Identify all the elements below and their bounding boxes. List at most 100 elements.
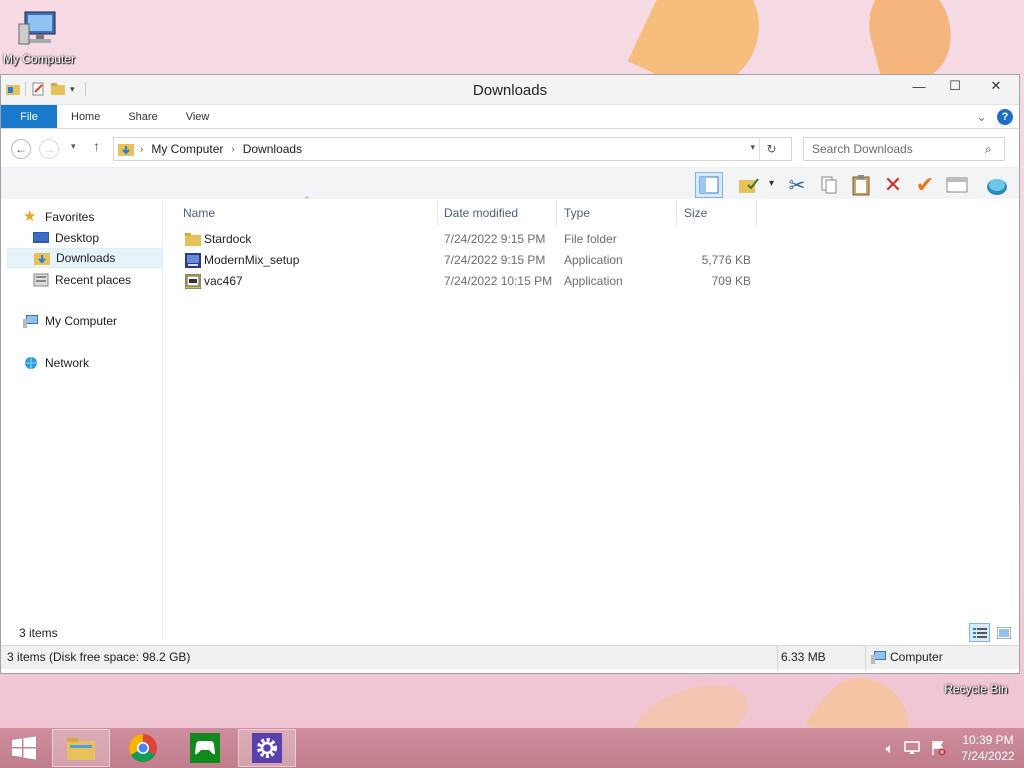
start-button[interactable] [0,729,48,767]
address-bar[interactable]: › My Computer › Downloads ▾ ↻ [113,137,792,161]
column-divider [676,200,677,226]
star-icon: ★ [23,208,37,225]
close-button[interactable]: ✕ [973,75,1019,97]
chrome-icon [129,734,157,762]
address-dropdown-icon[interactable]: ▾ [750,142,755,153]
gear-icon [252,733,282,763]
search-icon[interactable]: ⌕ [985,142,992,157]
file-type: Application [564,274,623,288]
file-name: ModernMix_setup [204,253,300,267]
file-date: 7/24/2022 9:15 PM [444,232,546,246]
taskbar: 🔈︎ 10:39 PM 7/24/2022 [0,728,1024,768]
nav-network[interactable]: Network [23,353,177,373]
maximize-button[interactable]: ☐ [937,75,973,97]
preview-pane-icon [699,176,719,194]
refresh-icon[interactable]: ↻ [759,138,783,160]
file-type: Application [564,253,623,267]
breadcrumb-downloads[interactable]: Downloads [243,142,302,156]
large-icons-view-icon [996,626,1011,639]
file-explorer-icon [67,738,95,760]
address-row: ← → ▾ ↑ › My Computer › Downloads ▾ ↻ Se… [1,129,1019,167]
status-divider [865,646,866,670]
file-name: Stardock [204,232,252,246]
paste-icon [852,175,870,196]
column-header-type[interactable]: Type [558,200,676,226]
status-selection-size: 6.33 MB [781,650,826,664]
window-controls: — ☐ ✕ [901,75,1019,97]
column-divider [556,200,557,226]
command-toolbar: ▾ ✂ ✕ ✔ [1,167,1019,199]
explorer-window: ▾ Downloads — ☐ ✕ File Home Share View ⌄… [0,74,1020,674]
copy-button[interactable] [815,172,843,198]
tab-file[interactable]: File [1,105,57,128]
desktop-icon-my-computer[interactable]: My Computer [0,10,81,66]
tab-home[interactable]: Home [57,105,114,128]
network-tray-icon[interactable] [904,741,920,755]
search-input[interactable]: Search Downloads [803,137,1005,161]
file-row-stardock[interactable]: Stardock 7/24/2022 9:15 PM File folder [169,229,759,250]
network-icon [25,357,37,369]
delete-x-icon: ✕ [883,172,903,197]
speaker-icon[interactable]: 🔈︎ [886,740,894,757]
application-icon [185,274,201,289]
nav-desktop[interactable]: Desktop [33,228,163,248]
cut-button[interactable]: ✂ [783,172,811,198]
expand-ribbon-icon[interactable]: ⌄ [976,109,987,125]
taskbar-chrome[interactable] [114,729,172,767]
clock-date: 7/24/2022 [961,749,1015,763]
breadcrumb-separator: › [231,143,235,155]
file-list: ⌃ Name Date modified Type Size Stardock … [169,195,1019,640]
rename-button[interactable]: ✔ [911,172,939,198]
new-folder-button[interactable] [735,172,763,198]
column-header-name[interactable]: Name [177,200,437,226]
nav-label: My Computer [45,314,118,328]
details-view-button[interactable] [969,623,990,642]
file-type: File folder [564,232,617,246]
file-row-vac467[interactable]: vac467 7/24/2022 10:15 PM Application 70… [169,271,759,292]
taskbar-file-explorer[interactable] [52,729,110,767]
file-name: vac467 [204,274,243,288]
navigation-pane: ★ Favorites Desktop Downloads Recent pla… [5,200,163,640]
taskbar-settings[interactable] [238,729,296,767]
downloads-icon [34,253,50,265]
file-size: 709 KB [711,274,751,288]
properties-button[interactable] [943,172,971,198]
column-header-date[interactable]: Date modified [438,200,556,226]
nav-label: Downloads [56,251,116,265]
downloads-folder-icon [118,144,134,156]
minimize-button[interactable]: — [901,75,937,97]
preview-pane-button[interactable] [695,172,723,198]
file-size: 5,776 KB [701,253,751,267]
paste-button[interactable] [847,172,875,198]
nav-favorites[interactable]: ★ Favorites [23,207,177,227]
help-icon[interactable]: ? [997,109,1013,125]
large-icons-view-button[interactable] [993,623,1014,642]
title-bar[interactable]: ▾ Downloads — ☐ ✕ [1,75,1019,105]
action-center-flag-icon[interactable] [930,740,946,756]
breadcrumb-my-computer[interactable]: My Computer [151,142,223,156]
status-disk-space: 3 items (Disk free space: 98.2 GB) [7,650,191,664]
column-divider [756,200,757,226]
column-header-size[interactable]: Size [678,200,756,226]
shell-button[interactable] [983,172,1011,198]
nav-my-computer[interactable]: My Computer [23,311,177,331]
desktop-icon [33,232,49,243]
copy-icon [821,176,837,194]
taskbar-xbox[interactable] [176,729,234,767]
tab-share[interactable]: Share [114,105,171,128]
recent-locations-icon[interactable]: ▾ [71,141,76,152]
status-location: Computer [890,650,943,664]
nav-recent-places[interactable]: Recent places [33,270,163,290]
desktop-icon-label: Recycle Bin [944,682,1008,696]
dropdown-icon[interactable]: ▾ [769,178,774,189]
item-count-bar: 3 items [1,621,1019,643]
nav-downloads[interactable]: Downloads [7,248,163,268]
tab-view[interactable]: View [172,105,224,128]
delete-button[interactable]: ✕ [879,172,907,198]
forward-button[interactable]: → [39,139,59,159]
clock[interactable]: 10:39 PM 7/24/2022 [952,732,1024,764]
up-arrow-icon[interactable]: ↑ [93,138,100,154]
file-row-modernmix-setup[interactable]: ModernMix_setup 7/24/2022 9:15 PM Applic… [169,250,759,271]
item-count: 3 items [19,626,58,640]
back-button[interactable]: ← [11,139,31,159]
